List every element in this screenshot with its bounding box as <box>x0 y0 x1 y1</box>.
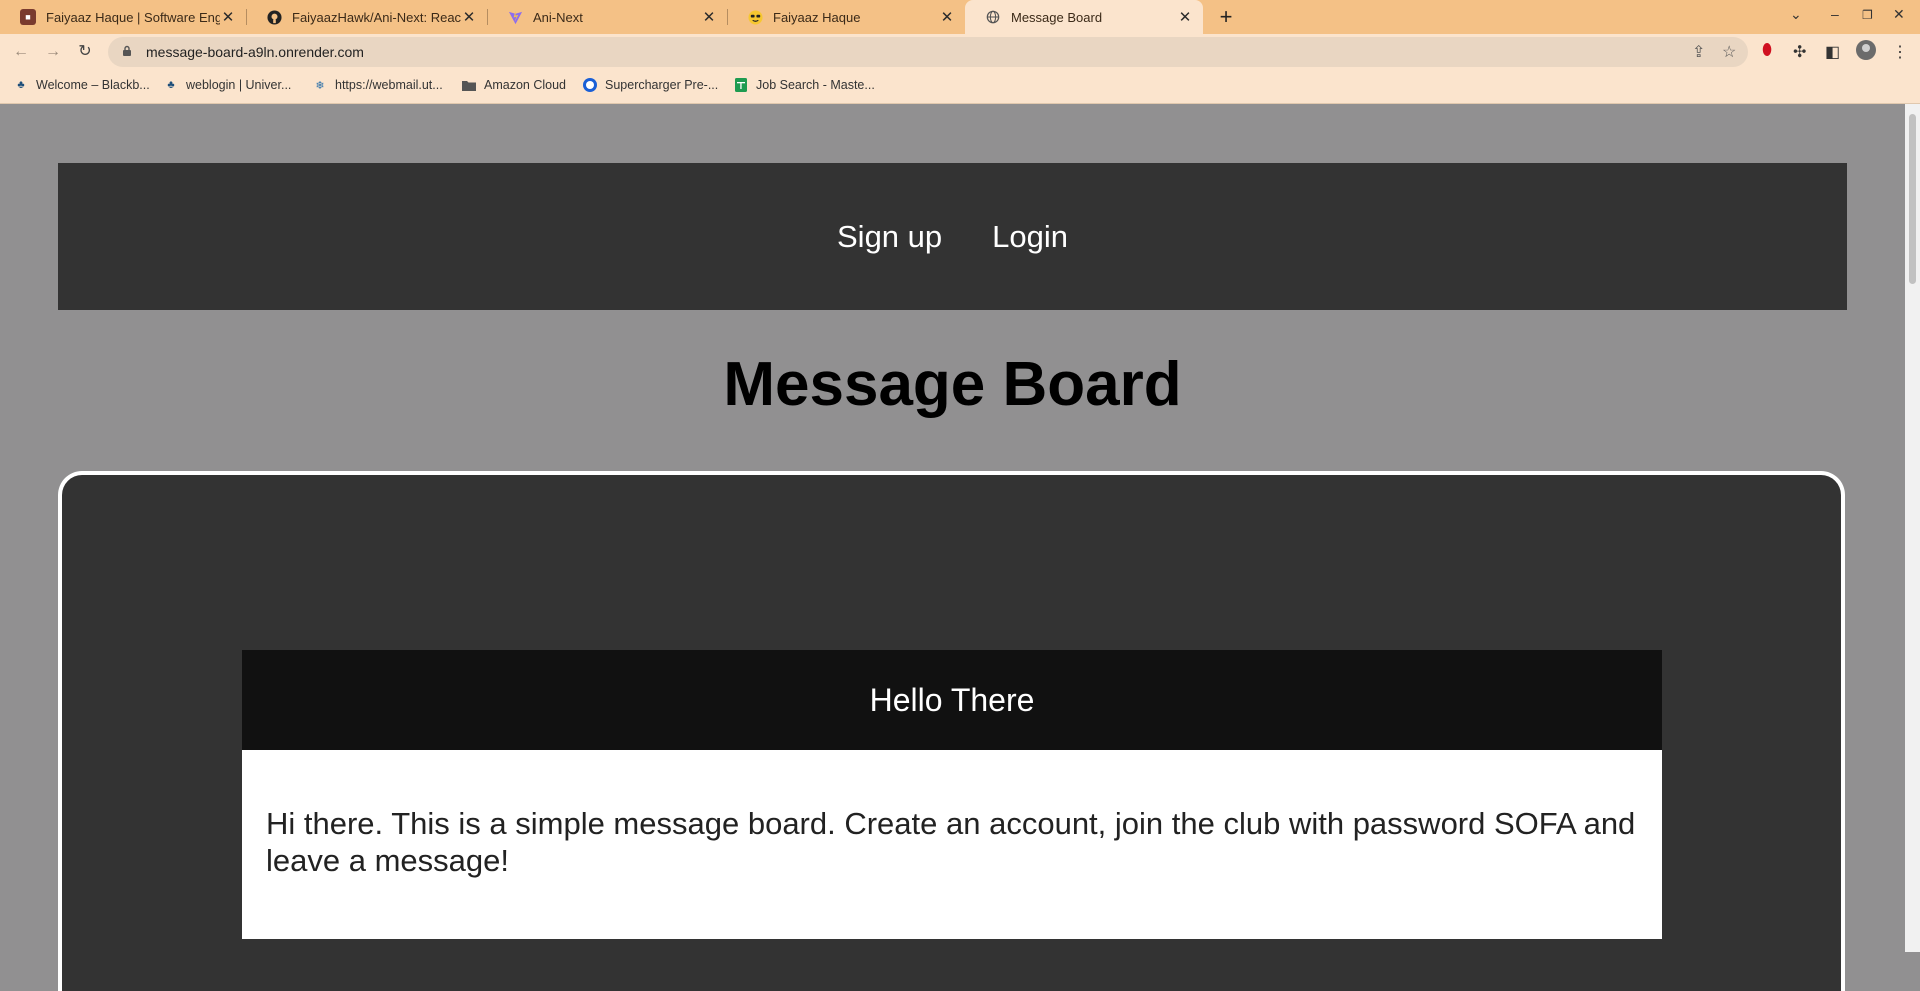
tab-title: Message Board <box>1011 9 1103 25</box>
side-panel-icon[interactable]: ◧ <box>1825 42 1840 62</box>
close-tab-icon[interactable]: ✕ <box>220 8 236 26</box>
address-bar[interactable]: message-board-a9ln.onrender.com ⇪ ☆ <box>108 37 1748 67</box>
bookmark-label: Job Search - Maste... <box>756 78 875 92</box>
tab-faiyaaz-haque[interactable]: Faiyaaz Haque ✕ <box>727 0 965 34</box>
message-card: Hello There Hi there. This is a simple m… <box>242 650 1662 940</box>
message-board-container: Hello There Hi there. This is a simple m… <box>58 471 1845 991</box>
tree-icon: ♣ <box>17 79 25 91</box>
restore-icon[interactable]: ❐ <box>1862 8 1873 22</box>
circle-icon <box>583 78 597 92</box>
opera-extension-icon[interactable]: ⬮ <box>1762 42 1772 60</box>
emoji-sunglasses-icon <box>747 9 763 25</box>
bookmark-blackboard[interactable]: ♣ Welcome – Blackb... <box>14 78 150 92</box>
extensions-puzzle-icon[interactable]: ✣ <box>1793 42 1806 62</box>
tree-icon: ♣ <box>167 79 175 91</box>
bookmark-supercharger[interactable]: Supercharger Pre-... <box>583 78 718 92</box>
close-tab-icon[interactable]: ✕ <box>1177 8 1193 26</box>
close-window-icon[interactable]: ✕ <box>1893 6 1905 23</box>
tab-title: Faiyaaz Haque | Software Engi <box>46 9 220 25</box>
bookmark-label: Welcome – Blackb... <box>36 78 150 92</box>
tab-portfolio[interactable]: ■ Faiyaaz Haque | Software Engi ✕ <box>0 0 246 34</box>
close-tab-icon[interactable]: ✕ <box>939 8 955 26</box>
page-scrollbar[interactable] <box>1905 104 1920 952</box>
message-title: Hello There <box>242 650 1662 750</box>
page-title: Message Board <box>723 350 1182 419</box>
web-page: Sign up Login Message Board Hello There … <box>0 104 1905 991</box>
url-text: message-board-a9ln.onrender.com <box>146 44 364 60</box>
bookmark-webmail[interactable]: ❄ https://webmail.ut... <box>313 78 443 92</box>
new-tab-button[interactable]: + <box>1213 4 1239 30</box>
bookmark-amazon-cloud[interactable]: Amazon Cloud <box>462 78 566 92</box>
tab-message-board[interactable]: Message Board ✕ <box>965 0 1203 34</box>
globe-icon <box>985 9 1001 25</box>
signup-link[interactable]: Sign up <box>837 219 942 255</box>
lock-icon <box>122 45 134 60</box>
menu-kebab-icon[interactable]: ⋮ <box>1892 42 1908 62</box>
profile-favicon-icon: ■ <box>20 9 36 25</box>
close-tab-icon[interactable]: ✕ <box>701 8 717 26</box>
sheets-icon <box>734 78 748 92</box>
back-arrow-icon[interactable]: ← <box>9 40 33 64</box>
login-link[interactable]: Login <box>992 219 1068 255</box>
tab-ani-next[interactable]: Ani-Next ✕ <box>487 0 727 34</box>
snowflake-icon: ❄ <box>315 79 325 92</box>
bookmark-label: Supercharger Pre-... <box>605 78 719 92</box>
bookmark-job-search[interactable]: Job Search - Maste... <box>734 78 875 92</box>
tab-title: FaiyaazHawk/Ani-Next: React fr <box>292 9 461 25</box>
message-body: Hi there. This is a simple message board… <box>242 750 1662 940</box>
vite-icon <box>507 9 523 25</box>
github-icon <box>266 9 282 25</box>
reload-icon[interactable]: ↻ <box>73 40 97 64</box>
bookmark-label: https://webmail.ut... <box>335 78 443 92</box>
scrollbar-thumb[interactable] <box>1909 114 1916 284</box>
share-icon[interactable]: ⇪ <box>1692 42 1705 62</box>
tab-title: Faiyaaz Haque <box>773 9 861 25</box>
forward-arrow-icon[interactable]: → <box>41 40 65 64</box>
browser-toolbar: ← → ↻ message-board-a9ln.onrender.com ⇪ … <box>0 34 1920 70</box>
tab-title: Ani-Next <box>533 9 583 25</box>
tab-strip: ■ Faiyaaz Haque | Software Engi ✕ Faiyaa… <box>0 0 1920 34</box>
tab-github[interactable]: FaiyaazHawk/Ani-Next: React fr ✕ <box>246 0 487 34</box>
star-bookmark-icon[interactable]: ☆ <box>1722 42 1736 62</box>
bookmark-weblogin[interactable]: ♣ weblogin | Univer... <box>164 78 291 92</box>
bookmarks-bar: ♣ Welcome – Blackb... ♣ weblogin | Unive… <box>0 70 1920 104</box>
bookmark-label: Amazon Cloud <box>484 78 566 92</box>
tab-search-chevron-icon[interactable]: ⌄ <box>1790 6 1802 23</box>
folder-icon <box>462 78 476 92</box>
close-tab-icon[interactable]: ✕ <box>461 8 477 26</box>
site-header: Sign up Login <box>58 163 1847 310</box>
minimize-icon[interactable]: – <box>1831 6 1839 22</box>
profile-avatar-icon[interactable] <box>1856 40 1876 65</box>
bookmark-label: weblogin | Univer... <box>186 78 292 92</box>
